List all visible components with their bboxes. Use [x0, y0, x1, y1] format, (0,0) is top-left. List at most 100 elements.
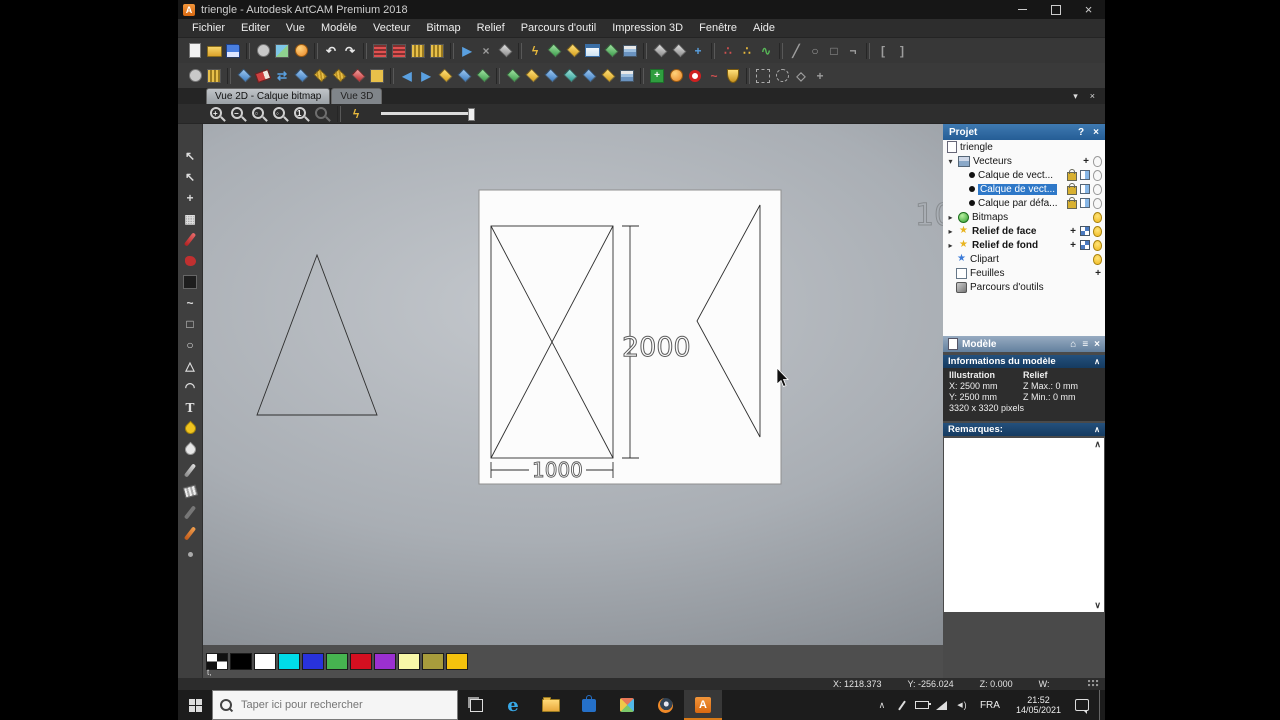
- tree-item-label[interactable]: Calque de vect...: [978, 170, 1053, 181]
- color-swatch[interactable]: [326, 653, 348, 670]
- zoom-out-icon[interactable]: −: [229, 105, 247, 123]
- scroll-down-icon[interactable]: ∨: [1094, 600, 1101, 611]
- relief-grid-icon[interactable]: [1080, 226, 1090, 236]
- add-sheet-icon[interactable]: [1094, 268, 1102, 279]
- expander-closed-icon[interactable]: [946, 240, 955, 251]
- snap-grid2-icon[interactable]: [205, 67, 223, 85]
- menu-icon[interactable]: [1082, 339, 1088, 350]
- guide-film2-icon[interactable]: [390, 42, 408, 60]
- color-swatch[interactable]: [230, 653, 252, 670]
- taskbar-clock[interactable]: 21:52 14/05/2021: [1008, 695, 1069, 715]
- collapse-chevron-icon[interactable]: [1094, 356, 1100, 367]
- visibility-bulb-icon[interactable]: [1093, 253, 1102, 265]
- select-poly-icon[interactable]: ◇: [792, 67, 810, 85]
- face-photo-icon[interactable]: [667, 67, 685, 85]
- remarks-header[interactable]: Remarques:: [943, 423, 1105, 436]
- tree-item-layer-default[interactable]: Calque par défa...: [943, 196, 1105, 210]
- eraser-red-icon[interactable]: [254, 67, 272, 85]
- relief-green2-icon[interactable]: [602, 42, 620, 60]
- menu-bitmap[interactable]: Bitmap: [418, 22, 468, 34]
- visibility-bulb-icon[interactable]: [1093, 239, 1102, 251]
- merge-layer-icon[interactable]: [1080, 184, 1090, 194]
- lock-icon[interactable]: [1067, 197, 1077, 209]
- brush2-tool-icon[interactable]: [180, 524, 201, 543]
- add-relief-layer-icon[interactable]: [1069, 240, 1077, 251]
- guide-film-icon[interactable]: [371, 42, 389, 60]
- add-relief-layer-icon[interactable]: [1069, 226, 1077, 237]
- text-tool-icon[interactable]: T: [180, 398, 201, 417]
- zoom-100-icon[interactable]: 1: [292, 105, 310, 123]
- battery-tray-icon[interactable]: [912, 690, 932, 720]
- tab-vue-3d[interactable]: Vue 3D: [331, 88, 383, 104]
- diamond-green-icon[interactable]: [474, 67, 492, 85]
- render-preview-icon[interactable]: [254, 42, 272, 60]
- target-icon[interactable]: [686, 67, 704, 85]
- tree-item-label[interactable]: Parcours d'outils: [970, 282, 1044, 293]
- taskbar-store[interactable]: [570, 690, 608, 720]
- node-points2-icon[interactable]: ∴: [738, 42, 756, 60]
- select-tool-icon[interactable]: ↖: [180, 146, 201, 165]
- smudge-tool-icon[interactable]: [180, 545, 201, 564]
- merge-layer-icon[interactable]: [1080, 198, 1090, 208]
- show-desktop-button[interactable]: [1099, 690, 1105, 720]
- tree-item-label[interactable]: Vecteurs: [973, 156, 1012, 167]
- visibility-bulb-icon[interactable]: [1093, 211, 1102, 223]
- grid-tool-icon[interactable]: ▦: [180, 209, 201, 228]
- tree-item-label[interactable]: Feuilles: [970, 268, 1004, 279]
- tree-item-label[interactable]: Bitmaps: [972, 212, 1008, 223]
- circle-tool-icon[interactable]: ○: [180, 335, 201, 354]
- expander-open-icon[interactable]: [946, 156, 955, 167]
- remarks-textarea[interactable]: ∧ ∨: [944, 438, 1104, 612]
- tree-item-label[interactable]: Relief de face: [972, 226, 1036, 237]
- save-model-icon[interactable]: [224, 42, 242, 60]
- bracket-right-icon[interactable]: ]: [893, 42, 911, 60]
- vector-select-icon[interactable]: ▶: [458, 42, 476, 60]
- vector-red-icon[interactable]: [349, 67, 367, 85]
- tree-item-parcours[interactable]: Parcours d'outils: [943, 280, 1105, 294]
- zoom-in-icon[interactable]: +: [208, 105, 226, 123]
- title-bar[interactable]: A triengle - Autodesk ArtCAM Premium 201…: [178, 0, 1105, 19]
- taskbar-search[interactable]: [212, 690, 458, 720]
- brush-tool-icon[interactable]: [180, 503, 201, 522]
- diamond-gold-icon[interactable]: [436, 67, 454, 85]
- snap-lightning-icon[interactable]: ϟ: [347, 105, 365, 123]
- taskbar-browser[interactable]: [646, 690, 684, 720]
- vector-blue-icon[interactable]: [235, 67, 253, 85]
- shield-gold-icon[interactable]: [724, 67, 742, 85]
- relief-blue2-icon[interactable]: [580, 67, 598, 85]
- color-swatch[interactable]: [254, 653, 276, 670]
- menu-editer[interactable]: Editer: [233, 22, 278, 34]
- color-swatch[interactable]: [374, 653, 396, 670]
- zoom-selection-icon[interactable]: ◦: [271, 105, 289, 123]
- model-info-header[interactable]: Informations du modèle: [943, 355, 1105, 368]
- visibility-bulb-icon[interactable]: [1093, 225, 1102, 237]
- fill-drop-tool-icon[interactable]: [180, 419, 201, 438]
- add-green-icon[interactable]: [648, 67, 666, 85]
- relief-layers-icon[interactable]: [621, 42, 639, 60]
- menu-aide[interactable]: Aide: [745, 22, 783, 34]
- relief-gold2-icon[interactable]: [523, 67, 541, 85]
- select-ellipse-icon[interactable]: [773, 67, 791, 85]
- zoom-fit-icon[interactable]: ▫: [250, 105, 268, 123]
- swatch-gold-icon[interactable]: [368, 67, 386, 85]
- add-relief-icon[interactable]: +: [689, 42, 707, 60]
- taskbar-photos[interactable]: [608, 690, 646, 720]
- transform-tool-icon[interactable]: +: [180, 188, 201, 207]
- close-button[interactable]: ×: [1072, 0, 1105, 19]
- tree-item-label[interactable]: Relief de fond: [972, 240, 1038, 251]
- corner-gray-icon[interactable]: ¬: [844, 42, 862, 60]
- snap-grid-icon[interactable]: [409, 42, 427, 60]
- bracket-left-icon[interactable]: [: [874, 42, 892, 60]
- tab-vue-2d[interactable]: Vue 2D - Calque bitmap: [206, 88, 331, 104]
- select-pick-icon[interactable]: +: [811, 67, 829, 85]
- tree-item-layer-1[interactable]: Calque de vect...: [943, 168, 1105, 182]
- open-model-icon[interactable]: [205, 42, 223, 60]
- vector-pair-icon[interactable]: [292, 67, 310, 85]
- menu-fenetre[interactable]: Fenêtre: [691, 22, 745, 34]
- canvas-2d-view[interactable]: 2000 1000 10: [203, 124, 943, 645]
- hidden-icons-chevron[interactable]: [872, 690, 892, 720]
- arc-tool-icon[interactable]: ◠: [180, 377, 201, 396]
- close-icon[interactable]: [1094, 339, 1100, 350]
- menu-impression-3d[interactable]: Impression 3D: [604, 22, 691, 34]
- vector-triangle-left[interactable]: [256, 253, 378, 416]
